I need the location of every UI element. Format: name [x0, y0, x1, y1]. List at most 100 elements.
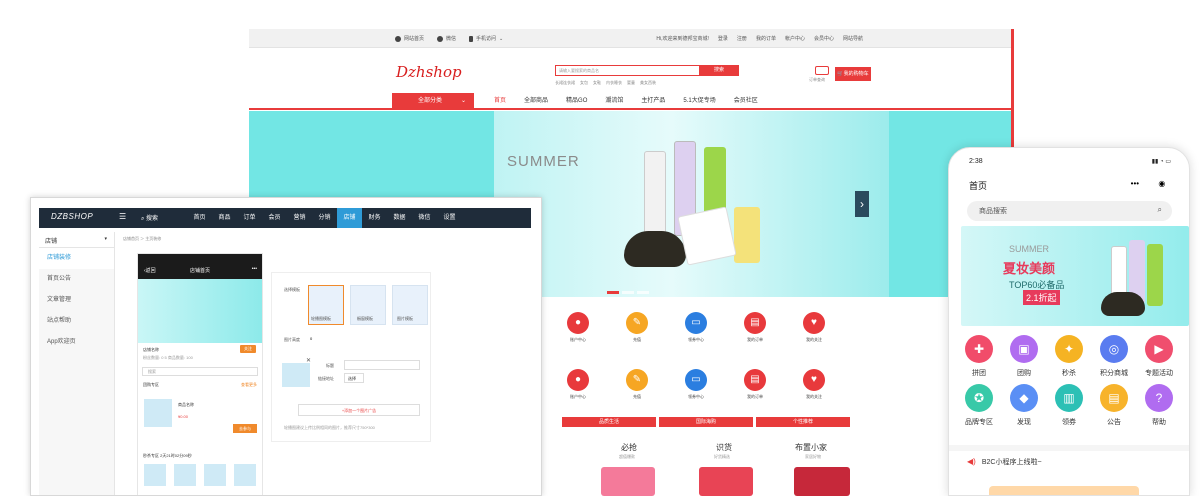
nav-item-boutique[interactable]: 精品GO [557, 93, 596, 110]
preview-banner[interactable] [138, 279, 262, 343]
close-icon[interactable]: ✕ [306, 357, 311, 364]
quick-link[interactable]: ● 账户中心 [562, 312, 594, 343]
admin-menu-item[interactable]: 设置 [437, 208, 462, 228]
nav-item-home[interactable]: 首页 [485, 93, 515, 110]
view-more-link[interactable]: 查看更多 [241, 382, 257, 388]
sidebar-item-decoration[interactable]: 店铺装修 [39, 248, 114, 269]
sidebar-header[interactable]: 店铺 ▾ [39, 232, 114, 248]
wechat-link[interactable]: 微信 [437, 35, 456, 42]
product-search-input[interactable]: 商品搜索 ⌕ [967, 201, 1172, 221]
hot-word[interactable]: 内衣睡衣 [606, 80, 622, 86]
quick-link[interactable]: ♥ 我的关注 [798, 312, 830, 343]
admin-menu-item[interactable]: 微信 [412, 208, 437, 228]
admin-search-button[interactable]: ⌕ 搜索 [141, 213, 158, 223]
floor-tab-global[interactable]: 国际海购 [659, 417, 753, 427]
nav-item-promo[interactable]: 5.1大促专场 [674, 93, 724, 110]
image-placeholder-icon[interactable] [282, 363, 310, 387]
hero-dot[interactable] [607, 291, 619, 294]
quick-link[interactable]: ✎ 充值 [621, 369, 653, 400]
admin-menu-item[interactable]: 营销 [287, 208, 312, 228]
preview-search-input[interactable]: 搜索 [142, 367, 258, 376]
menu-icon[interactable]: ☰ [119, 212, 126, 221]
admin-logo[interactable]: DZBSHOP [51, 212, 93, 221]
nav-item-trend[interactable]: 潮流馆 [596, 93, 632, 110]
feature-coupons[interactable]: ▥ 领券 [1049, 384, 1089, 427]
admin-menu-item-active[interactable]: 店铺 [337, 208, 362, 228]
nav-item-all-products[interactable]: 全部商品 [515, 93, 557, 110]
add-image-ad-button[interactable]: +添加一个图片广告 [298, 404, 420, 416]
admin-menu-item[interactable]: 数据 [387, 208, 412, 228]
sidebar-item-app-welcome[interactable]: App欢迎页 [39, 332, 114, 353]
floor-tab-recommend[interactable]: 个性推荐 [756, 417, 850, 427]
admin-menu-item[interactable]: 商品 [212, 208, 237, 228]
admin-menu-item[interactable]: 财务 [362, 208, 387, 228]
feature-points-mall[interactable]: ◎ 积分商城 [1094, 335, 1134, 378]
store-logo[interactable]: Dzhshop [396, 63, 462, 81]
quick-link[interactable]: ▤ 我的订单 [739, 369, 771, 400]
hero-dot[interactable] [622, 291, 634, 294]
more-icon[interactable]: ••• [1131, 179, 1139, 188]
more-icon[interactable]: ••• [252, 266, 257, 272]
join-button[interactable]: 去参与 [233, 424, 257, 433]
order-query-label[interactable]: 订单查询 [809, 77, 825, 83]
height-input[interactable]: 0 [308, 334, 426, 344]
home-link[interactable]: 网站首页 [395, 35, 424, 42]
my-orders-link[interactable]: 我的订单 [756, 35, 776, 42]
floor-tab-quality[interactable]: 品质生活 [562, 417, 656, 427]
template-option-image[interactable]: 图片模板 [392, 285, 428, 325]
quick-link[interactable]: ✎ 充值 [621, 312, 653, 343]
cart-button[interactable]: 🛒我的购物车 [835, 67, 871, 81]
follow-button[interactable]: 关注 [240, 345, 256, 353]
store-search-button[interactable]: 搜索 [699, 65, 739, 76]
feature-discover[interactable]: ◆ 发现 [1004, 384, 1044, 427]
feature-notice[interactable]: ▤ 公告 [1094, 384, 1134, 427]
nav-item-main-products[interactable]: 主打产品 [632, 93, 674, 110]
quick-link[interactable]: ▭ 领券中心 [680, 312, 712, 343]
login-link[interactable]: 登录 [718, 35, 728, 42]
quick-link[interactable]: ▭ 领券中心 [680, 369, 712, 400]
feature-brands[interactable]: ✪ 品牌专区 [959, 384, 999, 427]
product-image[interactable] [601, 467, 655, 496]
quick-link[interactable]: ♥ 我的关注 [798, 369, 830, 400]
feature-seckill[interactable]: ✦ 秒杀 [1049, 335, 1089, 378]
feature-group-buy[interactable]: ✚ 拼团 [959, 335, 999, 378]
hero-next-button[interactable]: › [855, 191, 869, 217]
site-nav-link[interactable]: 网站导航 [843, 35, 863, 42]
admin-menu-item[interactable]: 首页 [187, 208, 212, 228]
product-image[interactable] [699, 467, 753, 496]
mobile-banner[interactable]: SUMMER 夏妆美颜 TOP60必备品 2.1折起 [961, 226, 1189, 326]
hot-word[interactable]: 美女西装 [640, 80, 656, 86]
feature-team-buy[interactable]: ▣ 团购 [1004, 335, 1044, 378]
product-image[interactable] [794, 467, 850, 496]
sidebar-item-notice[interactable]: 首页公告 [39, 269, 114, 290]
account-center-link[interactable]: 帐户中心 [785, 35, 805, 42]
product-title[interactable]: 布置小家 [795, 442, 827, 453]
template-option-carousel[interactable]: 轮播图模板 [308, 285, 344, 325]
quick-link[interactable]: ▤ 我的订单 [739, 312, 771, 343]
admin-menu-item[interactable]: 会员 [262, 208, 287, 228]
close-icon[interactable]: ◉ [1158, 179, 1165, 188]
nav-item-community[interactable]: 会员社区 [725, 93, 767, 110]
hot-word[interactable]: 长裙连衣裙 [555, 80, 575, 86]
all-categories-button[interactable]: 全部分类 ⌄ [392, 93, 474, 110]
product-title[interactable]: 必抢 [621, 442, 637, 453]
hero-dot[interactable] [637, 291, 649, 294]
order-query-icon[interactable] [815, 66, 829, 75]
sidebar-item-help[interactable]: 站点帮助 [39, 311, 114, 332]
promo-strip[interactable] [989, 486, 1139, 495]
hot-word[interactable]: 婴童 [627, 80, 635, 86]
sidebar-item-articles[interactable]: 文章管理 [39, 290, 114, 311]
quick-link[interactable]: ● 账户中心 [562, 369, 594, 400]
admin-menu-item[interactable]: 订单 [237, 208, 262, 228]
member-center-link[interactable]: 会员中心 [814, 35, 834, 42]
title-input[interactable] [344, 360, 420, 370]
feature-help[interactable]: ? 帮助 [1139, 384, 1179, 427]
template-option-window[interactable]: 橱窗模板 [350, 285, 386, 325]
register-link[interactable]: 注册 [737, 35, 747, 42]
choose-link-button[interactable]: 选择 [344, 373, 364, 383]
hot-word[interactable]: 女包 [580, 80, 588, 86]
feature-topics[interactable]: ▶ 专题活动 [1139, 335, 1179, 378]
admin-menu-item[interactable]: 分销 [312, 208, 337, 228]
mobile-link[interactable]: 手机访问 ⌄ [469, 35, 503, 42]
notice-bar[interactable]: ◀) B2C小程序上线啦~ [949, 445, 1189, 466]
